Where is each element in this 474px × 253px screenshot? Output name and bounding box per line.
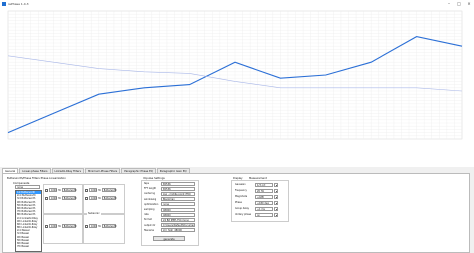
display-field-label: Magnitude [235,195,248,198]
generate-button[interactable]: generate [153,236,185,241]
subsonic-title: Subsonic [87,212,101,215]
spinner-icon[interactable]: ▴ [274,206,278,211]
impulse-field-label: rate [144,213,149,217]
filter-type-combo[interactable]: Butterworth [101,188,117,192]
frequency-input[interactable]: 1000 [89,224,97,228]
display-field-label: Frequency [235,189,247,192]
impulse-field-input[interactable]: 48000 [161,207,195,212]
filter-enable-checkbox[interactable] [85,196,88,200]
list-item[interactable]: 7th Bessel [16,245,41,248]
filter-type-combo[interactable]: Butterworth [101,224,117,228]
display-field-label: Unitary phase [235,213,252,216]
filter-type-combo[interactable]: Butterworth [101,196,117,200]
frequency-input[interactable]: 1000 [89,188,97,192]
chart-svg [7,10,463,140]
display-field-input[interactable]: 1/3 oct [255,182,273,187]
display-field-input[interactable]: +4dB [255,194,273,199]
impulse-field-input[interactable]: 65536 [161,186,195,191]
settings-panel: Butterworth/Phase Filters Phase Lineariz… [2,173,470,253]
unit-label: Hz [58,188,61,192]
frequency-input[interactable]: 1000 [89,196,97,200]
maximize-icon[interactable]: □ [454,0,464,7]
minimize-icon[interactable]: – [444,0,454,7]
spinner-icon[interactable]: ▴ [274,200,278,205]
impulse-field-input[interactable]: low - middle point (FIR) [161,191,195,196]
impulse-field-label: optimization [144,202,159,206]
compensate-combo[interactable]: none [15,185,40,189]
filter-enable-checkbox[interactable] [45,196,48,200]
display-field-input[interactable]: +180 deg [255,200,273,205]
impulse-field-input[interactable]: 24 Bit IEEE-754 mono [161,217,195,222]
filter-type-combo[interactable]: Butterworth [61,224,77,228]
impulse-field-input[interactable]: Blackman [161,197,195,202]
spinner-icon[interactable]: ▴ [274,182,278,187]
display-field-label: Group delay [235,207,249,210]
display-field-label: Gaussian [235,183,246,186]
filter-row: 1000 Hz Butterworth [45,224,77,228]
display-field-label: Phase [235,201,242,204]
filter-type-combo[interactable]: Butterworth [61,188,77,192]
filter-row: 1000 Hz Butterworth [45,196,77,200]
frequency-input[interactable]: 1000 [49,224,57,228]
spinner-icon[interactable]: ▴ [274,194,278,199]
impulse-field-label: output dir [144,223,156,227]
impulse-field-input[interactable]: 48000 [161,212,195,217]
display-field-input[interactable]: on [255,212,273,217]
unit-label: Hz [98,196,101,200]
frequency-input[interactable]: 1000 [49,196,57,200]
impulse-field-input[interactable]: iml_high_48000 [161,228,195,233]
filter-row: 1000 Hz Butterworth [45,188,77,192]
unit-label: Hz [58,224,61,228]
impulse-field-input[interactable]: 65536 [161,181,195,186]
display-field-input[interactable]: +1 ms [255,206,273,211]
spinner-icon[interactable]: ▴ [274,212,278,217]
filters-group-title: Butterworth/Phase Filters Phase Lineariz… [7,177,66,180]
app-icon [2,1,6,6]
filter-row: 1000 Hz Butterworth [85,196,117,200]
filter-enable-checkbox[interactable] [45,188,48,192]
impulse-field-label: filename [144,228,155,232]
shelf-group [43,214,83,244]
impulse-field-label: FFT length [144,187,157,191]
response-chart[interactable] [0,7,474,167]
impulse-field-label: sampling [144,208,155,211]
filter-row: 1000 Hz Butterworth [85,224,117,228]
unit-label: Hz [58,196,61,200]
unit-label: Hz [98,188,101,192]
filter-enable-checkbox[interactable] [85,224,88,228]
impulse-field-label: format [144,218,152,222]
impulse-field-input[interactable]: none [161,202,195,207]
frequency-input[interactable]: 1000 [49,188,57,192]
spinner-icon[interactable]: ▴ [274,188,278,193]
close-icon[interactable]: × [464,0,474,7]
filter-type-combo[interactable]: Butterworth [61,196,77,200]
impulse-field-input[interactable]: C:\Users\Default\Documents [161,223,195,228]
impulse-field-label: centering [144,192,155,196]
filter-row: 1000 Hz Butterworth [85,188,117,192]
unit-label: Hz [98,224,101,228]
filter-enable-checkbox[interactable] [85,188,88,192]
impulse-field-label: windowing [144,197,157,201]
filter-enable-checkbox[interactable] [45,224,48,228]
filter-list[interactable]: 1st Butterworth 2nd Butterworth 3rd Butter… [15,190,42,252]
subsonic-group: Subsonic [83,212,125,244]
window-title: rePhase 1.4.3 [8,1,29,6]
impulse-field-label: taps [144,182,149,185]
display-field-input[interactable]: 20 Hz [255,188,273,193]
